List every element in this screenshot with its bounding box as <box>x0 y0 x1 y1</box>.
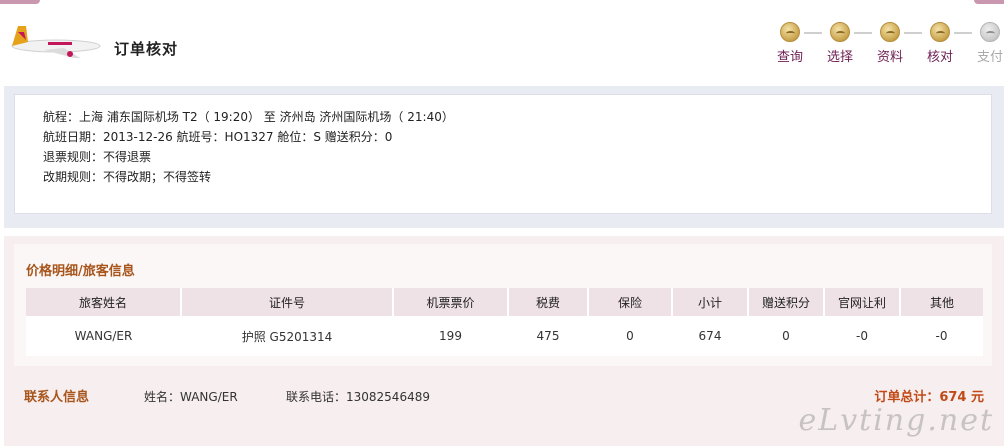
price-section-title: 价格明细/旅客信息 <box>26 264 135 279</box>
step-query[interactable]: 查询 <box>770 22 810 65</box>
col-header: 税费 <box>508 288 589 316</box>
ticket-price: 199 <box>393 316 508 356</box>
col-header: 旅客姓名 <box>26 288 182 316</box>
tax: 475 <box>508 316 588 356</box>
airline-plane-logo <box>11 26 101 58</box>
step-info[interactable]: 资料 <box>870 22 910 65</box>
coin-icon <box>930 22 950 42</box>
page-title: 订单核对 <box>114 40 179 58</box>
change-rule: 改期规则：不得改期；不得签转 <box>43 170 212 184</box>
coin-icon <box>980 22 1000 42</box>
passenger-name: WANG/ER <box>26 316 181 356</box>
passenger-id: 护照 G5201314 <box>181 316 393 356</box>
refund-rule: 退票规则：不得退票 <box>43 150 152 164</box>
col-header: 赠送积分 <box>748 288 825 316</box>
site-discount: -0 <box>824 316 900 356</box>
itinerary-panel: 航程：上海 浦东国际机场 T2（ 19:20） 至 济州岛 济州国际机场（ 21… <box>4 86 1004 228</box>
col-header: 小计 <box>672 288 749 316</box>
site-watermark: eLvting.net <box>798 403 994 438</box>
itinerary-box: 航程：上海 浦东国际机场 T2（ 19:20） 至 济州岛 济州国际机场（ 21… <box>14 94 992 214</box>
contact-name: 姓名：WANG/ER <box>144 390 238 404</box>
coin-icon <box>780 22 800 42</box>
step-label: 核对 <box>926 50 953 65</box>
col-header: 官网让利 <box>824 288 901 316</box>
col-header: 其他 <box>900 288 983 316</box>
step-pay: 支付 <box>970 22 1004 65</box>
price-box: 价格明细/旅客信息 旅客姓名 证件号 机票票价 税费 保险 小计 赠送积分 官网… <box>14 244 992 366</box>
contact-title: 联系人信息 <box>24 390 90 405</box>
coin-icon <box>880 22 900 42</box>
table-row: WANG/ER 护照 G5201314 199 475 0 674 0 -0 -… <box>26 316 983 356</box>
route-line: 航程：上海 浦东国际机场 T2（ 19:20） 至 济州岛 济州国际机场（ 21… <box>43 110 454 124</box>
step-label: 支付 <box>976 50 1003 65</box>
col-header: 机票票价 <box>393 288 509 316</box>
step-label: 选择 <box>826 50 853 65</box>
bonus-points: 0 <box>748 316 824 356</box>
passenger-table: 旅客姓名 证件号 机票票价 税费 保险 小计 赠送积分 官网让利 其他 WANG… <box>26 288 983 356</box>
flight-line: 航班日期：2013-12-26 航班号：HO1327 舱位：S 赠送积分：0 <box>43 130 393 144</box>
other: -0 <box>900 316 983 356</box>
table-header-row: 旅客姓名 证件号 机票票价 税费 保险 小计 赠送积分 官网让利 其他 <box>26 288 983 316</box>
step-verify[interactable]: 核对 <box>920 22 960 65</box>
step-label: 查询 <box>776 50 803 65</box>
subtotal: 674 <box>672 316 748 356</box>
insurance: 0 <box>588 316 672 356</box>
coin-icon <box>830 22 850 42</box>
header: 订单核对 查询 选择 资料 核对 支付 <box>0 0 1004 86</box>
col-header: 保险 <box>588 288 673 316</box>
step-select[interactable]: 选择 <box>820 22 860 65</box>
step-label: 资料 <box>876 50 903 65</box>
col-header: 证件号 <box>181 288 394 316</box>
contact-phone: 联系电话：13082546489 <box>286 390 430 404</box>
progress-steps: 查询 选择 资料 核对 支付 <box>774 22 1004 72</box>
